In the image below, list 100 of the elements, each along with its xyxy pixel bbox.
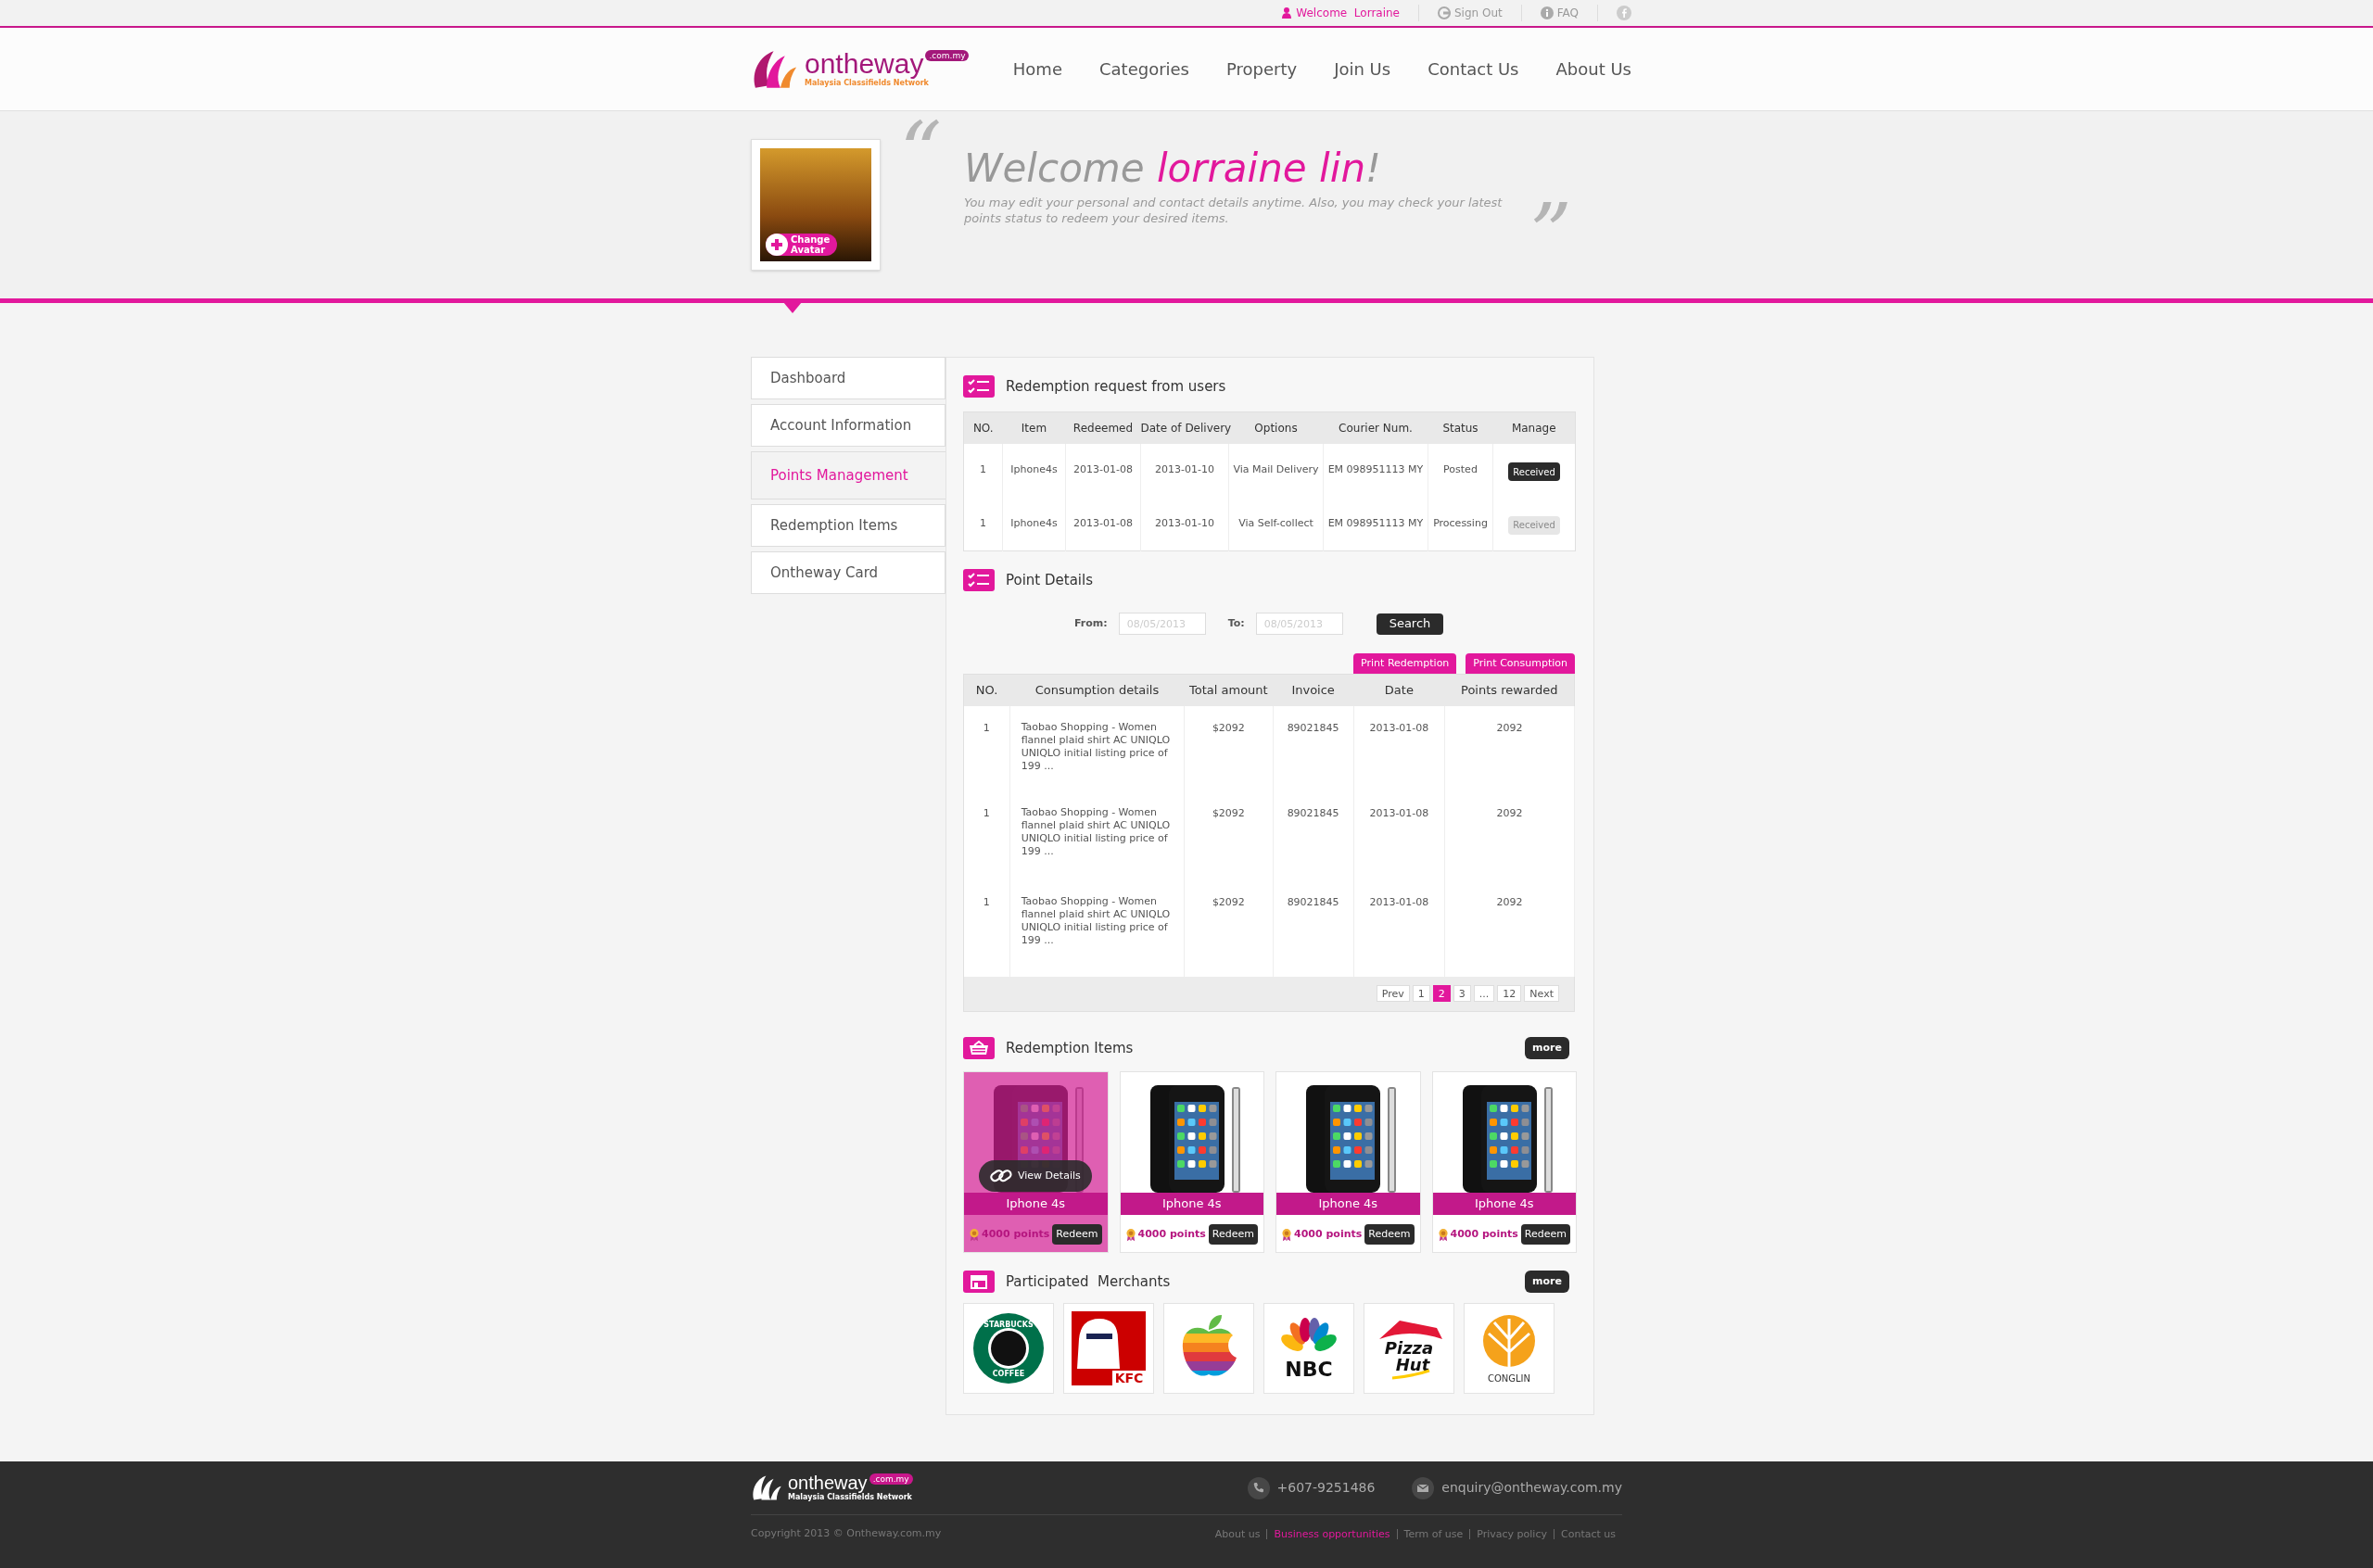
column-header: NO. (963, 411, 1003, 444)
table-cell: $2092 (1184, 790, 1274, 880)
table-cell: 1 (963, 879, 1010, 977)
nav-link[interactable]: About Us (1555, 57, 1631, 82)
column-header: NO. (963, 674, 1010, 706)
section-title: Redemption Items (1006, 1038, 1134, 1058)
logo-wordmark: ontheway (805, 50, 924, 78)
sidebar-item[interactable]: Ontheway Card (751, 551, 945, 594)
column-header: Total amount (1184, 674, 1274, 706)
checklist-icon (963, 569, 995, 591)
store-icon (963, 1271, 995, 1293)
merchant-logo-tile[interactable]: NBC (1263, 1303, 1354, 1394)
table-cell: 2013-01-08 (1353, 705, 1445, 791)
email-link[interactable]: enquiry@ontheway.com.my (1412, 1476, 1622, 1499)
product-card[interactable]: View Details Iphone 4s 4000 points Redeem (963, 1071, 1109, 1253)
column-header: Date of Delivery (1140, 411, 1229, 444)
merchant-logo-tile[interactable]: STARBUCKS COFFEE (963, 1303, 1054, 1394)
sidebar-item[interactable]: Redemption Items (751, 504, 945, 547)
table-cell: Posted (1428, 443, 1493, 498)
page-link[interactable]: 12 (1497, 985, 1522, 1003)
nav-link[interactable]: Contact Us (1428, 57, 1519, 82)
table-cell: 89021845 (1273, 705, 1354, 791)
table-cell: 89021845 (1273, 879, 1354, 977)
table-cell: Taobao Shopping - Women flannel plaid shirt AC UNIQLO UNIQLO initial listing price of 199 ... (1009, 879, 1185, 977)
page-link[interactable]: 1 (1412, 985, 1430, 1003)
mail-icon (1412, 1476, 1435, 1499)
redeem-button[interactable]: Redeem (1520, 1224, 1570, 1245)
copyright-text: Copyright 2013 © Ontheway.com.my (751, 1525, 942, 1541)
view-details-button[interactable]: View Details (979, 1160, 1092, 1192)
product-name: Iphone 4s (964, 1193, 1108, 1215)
print-button[interactable]: Print Redemption (1353, 653, 1457, 674)
nav-link[interactable]: Categories (1098, 57, 1189, 82)
column-header: Redeemed (1065, 411, 1141, 444)
table-cell: Processing (1428, 497, 1493, 551)
merchant-logo-tile[interactable]: Pizza Hut (1364, 1303, 1454, 1394)
medal-icon (1282, 1227, 1292, 1242)
points-label: 4000 points (1294, 1226, 1363, 1242)
medal-icon (1125, 1227, 1136, 1242)
product-card[interactable]: Iphone 4s 4000 points Redeem (1119, 1071, 1264, 1253)
info-icon (1540, 6, 1554, 19)
table-cell: Taobao Shopping - Women flannel plaid shirt AC UNIQLO UNIQLO initial listing price of 199 ... (1009, 705, 1185, 791)
table-cell: $2092 (1184, 879, 1274, 977)
merchant-logo-tile[interactable] (1163, 1303, 1254, 1394)
phone-icon (1247, 1476, 1270, 1499)
user-icon (1282, 7, 1292, 19)
table-cell: 1 (963, 443, 1003, 498)
phone-number: +607-9251486 (1247, 1476, 1376, 1499)
table-cell: 2013-01-08 (1353, 790, 1445, 880)
product-name: Iphone 4s (1120, 1193, 1263, 1215)
redeem-button[interactable]: Redeem (1364, 1224, 1415, 1245)
print-button[interactable]: Print Consumption (1466, 653, 1575, 674)
table-cell: 2092 (1444, 790, 1575, 880)
basket-icon (963, 1037, 995, 1059)
product-name: Iphone 4s (1432, 1193, 1576, 1215)
merchant-logo: NBC (1272, 1311, 1346, 1385)
table-cell: 2013-01-08 (1065, 443, 1141, 498)
more-button[interactable]: more (1525, 1037, 1569, 1059)
plus-icon (766, 234, 788, 256)
welcome-message: You may edit your personal and contact details anytime. Also, you may check your latest points status to redeem your desired items. (964, 195, 1504, 226)
table-cell: 1 (963, 790, 1010, 880)
to-label: To: (1227, 615, 1245, 631)
table-cell: Via Self-collect (1228, 497, 1324, 551)
merchant-logo: KFC (1072, 1311, 1146, 1385)
medal-icon (970, 1227, 980, 1242)
change-avatar-button[interactable]: Change Avatar (766, 234, 838, 256)
open-quote-mark: “ (899, 111, 942, 195)
points-label: 4000 points (982, 1226, 1050, 1242)
table-cell: EM 098951113 MY (1323, 443, 1428, 498)
nav-link[interactable]: Join Us (1334, 57, 1391, 82)
redeem-button[interactable]: Redeem (1052, 1224, 1102, 1245)
sidebar-item[interactable]: Account Information (751, 404, 945, 447)
table-cell: EM 098951113 MY (1323, 497, 1428, 551)
page-link[interactable]: Next (1524, 985, 1559, 1003)
merchant-logo-tile[interactable]: KFC (1063, 1303, 1154, 1394)
redeem-button[interactable]: Redeem (1208, 1224, 1258, 1245)
search-button[interactable]: Search (1376, 613, 1444, 635)
page-link[interactable]: 3 (1453, 985, 1471, 1003)
more-button[interactable]: more (1525, 1271, 1569, 1293)
section-title: Redemption request from users (1006, 376, 1226, 397)
merchant-logo-tile[interactable]: CONGLIN (1464, 1303, 1555, 1394)
nav-link[interactable]: Property (1226, 57, 1298, 82)
column-header: Courier Num. (1323, 411, 1428, 444)
column-header: Consumption details (1009, 674, 1185, 706)
nav-link[interactable]: Home (1012, 57, 1062, 82)
page-link[interactable]: Prev (1376, 985, 1410, 1003)
column-header: Manage (1492, 411, 1576, 444)
sidebar-item[interactable]: Points Management (751, 451, 946, 499)
product-card[interactable]: Iphone 4s 4000 points Redeem (1275, 1071, 1421, 1253)
medal-icon (1438, 1227, 1448, 1242)
sidebar-item[interactable]: Dashboard (751, 357, 945, 399)
product-card[interactable]: Iphone 4s 4000 points Redeem (1431, 1071, 1577, 1253)
merchant-logo: STARBUCKS COFFEE (971, 1311, 1046, 1385)
page-link[interactable]: 2 (1432, 985, 1451, 1003)
welcome-heading: Welcome lorraine lin! (964, 146, 1382, 191)
column-header: Invoice (1273, 674, 1354, 706)
page-link[interactable]: ... (1473, 985, 1495, 1003)
welcome-user-link[interactable]: Welcome Lorraine (1282, 5, 1419, 21)
received-button[interactable]: Received (1508, 462, 1560, 481)
site-logo[interactable]: ontheway .com.my Malaysia Classifields Network (751, 1473, 913, 1503)
table-cell: 1 (963, 705, 1010, 791)
